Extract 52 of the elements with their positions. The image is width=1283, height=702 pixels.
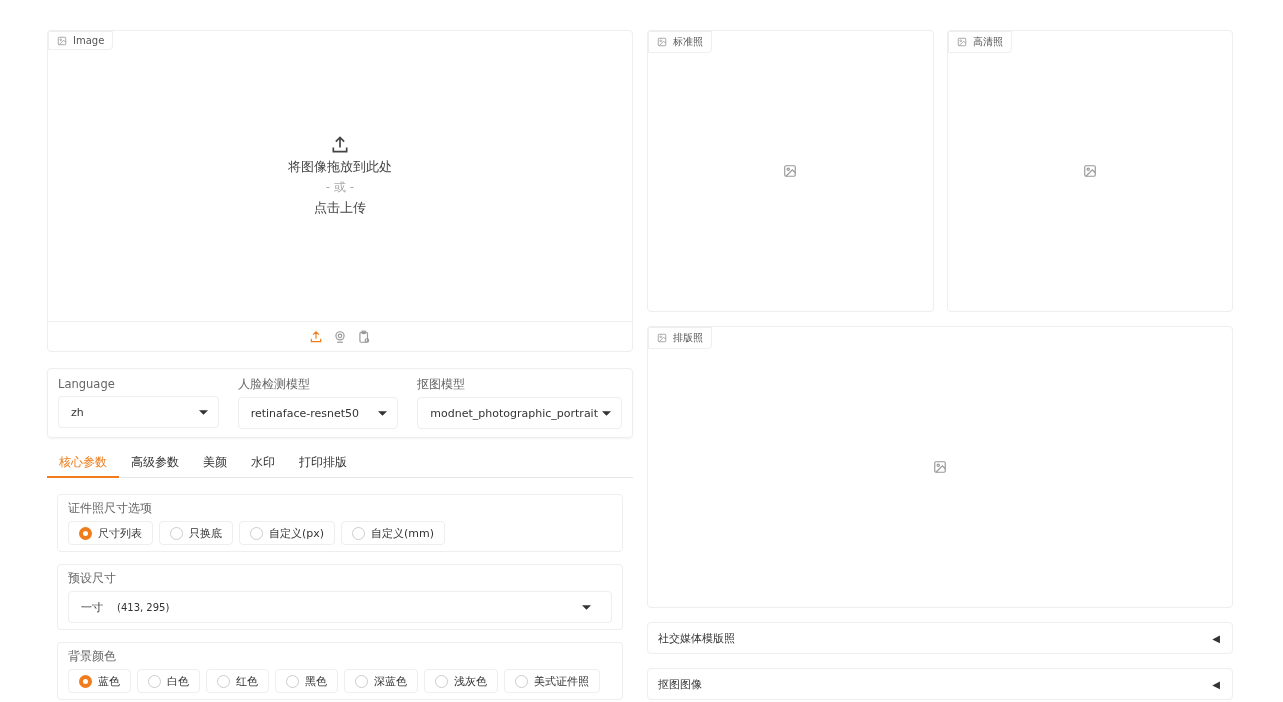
panel-label: 高清照 (947, 31, 1012, 53)
field-label: 证件照尺寸选项 (68, 501, 153, 516)
radio-option[interactable]: 蓝色 (68, 669, 131, 693)
field-label: Language (58, 377, 116, 391)
radio-option[interactable]: 只换底 (159, 521, 233, 545)
panel-label: 排版照 (648, 327, 712, 349)
image-icon (956, 37, 967, 47)
accordion[interactable]: 社交媒体模版照 ◀ (647, 622, 1233, 654)
radio-option[interactable]: 黑色 (275, 669, 338, 693)
field-label: 背景颜色 (68, 649, 117, 664)
radio-option[interactable]: 自定义(mm) (341, 521, 446, 545)
field-label: 预设尺寸 (68, 571, 117, 586)
image-icon (933, 460, 947, 474)
image-icon (657, 37, 667, 47)
tab[interactable]: 水印 (239, 450, 287, 478)
dropdown[interactable]: zh (58, 396, 219, 428)
radio-option[interactable]: 白色 (137, 669, 200, 693)
image-icon (783, 164, 798, 178)
radio-option[interactable]: 浅灰色 (424, 669, 498, 693)
radio-option[interactable]: 红色 (206, 669, 269, 693)
image-icon (657, 333, 667, 343)
dimensions-text: (413, 295) (117, 601, 170, 613)
dropdown[interactable]: retinaface-resnet50 (237, 397, 399, 429)
radio-option[interactable]: 深蓝色 (344, 669, 418, 693)
dropdown[interactable]: 一寸 (413, 295) (68, 591, 612, 623)
caret-icon (198, 409, 208, 415)
field-label: 人脸检测模型 (237, 377, 311, 392)
or-text: - 或 - (325, 179, 355, 196)
radio-option[interactable]: 自定义(px) (239, 521, 336, 545)
radio-option[interactable]: 美式证件照 (504, 669, 600, 693)
radio-option[interactable]: 尺寸列表 (68, 521, 153, 545)
dropdown-value: 一寸 (81, 599, 103, 615)
drop-text: 将图像拖放到此处 (288, 158, 392, 176)
caret-icon (582, 604, 591, 610)
tab[interactable]: 美颜 (191, 450, 239, 478)
image-icon (57, 35, 67, 46)
accordion[interactable]: 抠图图像 ◀ (647, 668, 1233, 700)
field-label: 抠图模型 (417, 377, 467, 392)
caret-icon (602, 410, 611, 416)
tab[interactable]: 高级参数 (119, 450, 191, 478)
image-label: Image (48, 31, 114, 50)
tab[interactable]: 打印排版 (287, 450, 359, 478)
caret-icon (378, 410, 388, 416)
collapse-arrow: ◀ (1212, 632, 1220, 644)
accordion-label: 抠图图像 (658, 676, 702, 692)
panel-label: 标准照 (648, 31, 712, 53)
upload-icon (330, 135, 350, 155)
click-upload-text[interactable]: 点击上传 (314, 199, 366, 217)
accordion-label: 社交媒体模版照 (658, 630, 735, 646)
dropdown[interactable]: modnet_photographic_portrait (417, 397, 622, 429)
collapse-arrow: ◀ (1212, 678, 1220, 690)
image-icon (1082, 164, 1097, 178)
